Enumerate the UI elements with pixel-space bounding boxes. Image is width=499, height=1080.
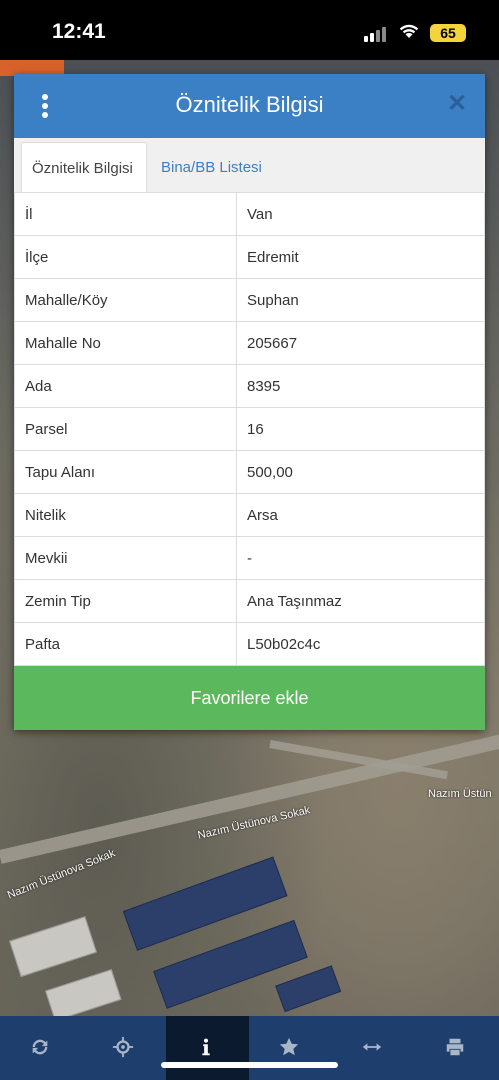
status-bar: 12:41 65 [0,0,499,60]
attr-key: Parsel [14,407,237,451]
attr-key: Tapu Alanı [14,450,237,494]
table-row: Nitelik Arsa [14,493,485,537]
attr-value: 500,00 [236,450,485,494]
attr-value: 8395 [236,364,485,408]
attr-value: Van [236,192,485,236]
table-row: Mevkii - [14,536,485,580]
signal-icon [364,26,390,42]
attribute-table: İl Van İlçe Edremit Mahalle/Köy Suphan Maha… [14,192,485,666]
attr-value: Suphan [236,278,485,322]
tab-attribute-info[interactable]: Öznitelik Bilgisi [21,142,147,193]
print-button[interactable] [415,1016,498,1080]
attr-value: L50b02c4c [236,622,485,666]
attr-key: İl [14,192,237,236]
table-row: Mahalle/Köy Suphan [14,278,485,322]
battery-indicator: 65 [430,24,466,42]
attr-key: İlçe [14,235,237,279]
tab-bar: Öznitelik Bilgisi Bina/BB Listesi [14,138,485,193]
attr-value: Edremit [236,235,485,279]
favorites-button[interactable] [249,1016,332,1080]
attr-key: Zemin Tip [14,579,237,623]
info-button[interactable] [166,1016,249,1080]
modal-header: Öznitelik Bilgisi ✕ [14,74,485,138]
table-row: İlçe Edremit [14,235,485,279]
attr-key: Mevkii [14,536,237,580]
map-building [9,916,97,978]
table-row: Parsel 16 [14,407,485,451]
attr-value: 16 [236,407,485,451]
attribute-info-modal: Öznitelik Bilgisi ✕ Öznitelik Bilgisi Bi… [14,74,485,730]
map-street-label: Nazım Üstün [428,788,492,800]
attr-key: Ada [14,364,237,408]
table-row: İl Van [14,192,485,236]
measure-icon [362,1043,382,1051]
attr-value: Ana Taşınmaz [236,579,485,623]
print-icon [446,1038,464,1056]
attr-key: Mahalle No [14,321,237,365]
star-icon [279,1037,299,1056]
attr-value: - [236,536,485,580]
refresh-icon [32,1039,48,1055]
add-to-favorites-button[interactable]: Favorilere ekle [14,666,485,730]
refresh-button[interactable] [0,1016,83,1080]
attr-key: Mahalle/Köy [14,278,237,322]
wifi-icon [399,24,419,38]
info-icon [202,1038,210,1056]
attr-value: 205667 [236,321,485,365]
table-row: Tapu Alanı 500,00 [14,450,485,494]
crosshair-icon [112,1036,134,1058]
modal-title: Öznitelik Bilgisi [175,92,324,117]
status-time: 12:41 [52,20,106,43]
table-row: Mahalle No 205667 [14,321,485,365]
table-row: Ada 8395 [14,364,485,408]
home-indicator[interactable] [161,1062,338,1068]
tab-building-list[interactable]: Bina/BB Listesi [151,142,272,193]
measure-button[interactable] [332,1016,415,1080]
attr-key: Nitelik [14,493,237,537]
map-building [45,969,122,1020]
close-icon[interactable]: ✕ [445,92,469,116]
attr-value: Arsa [236,493,485,537]
bottom-toolbar [0,1016,499,1080]
map-building [275,965,342,1013]
attr-key: Pafta [14,622,237,666]
map-road [0,733,499,864]
locate-button[interactable] [83,1016,166,1080]
table-row: Zemin Tip Ana Taşınmaz [14,579,485,623]
table-row: Pafta L50b02c4c [14,622,485,666]
